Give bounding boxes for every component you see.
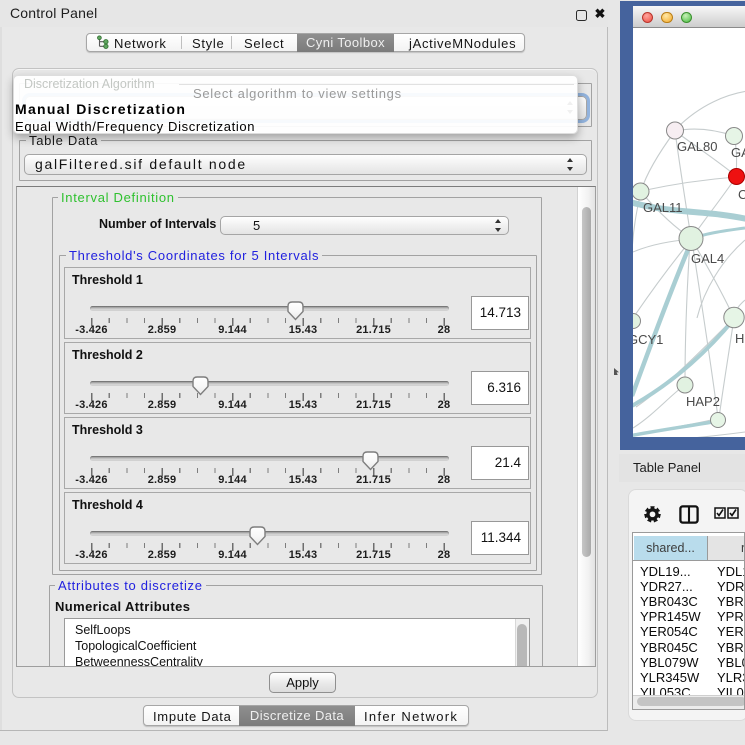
svg-text:GAL80: GAL80 xyxy=(677,139,717,154)
svg-text:GA: GA xyxy=(731,145,745,160)
svg-text:GAL11: GAL11 xyxy=(643,200,683,215)
svg-text:GAL4: GAL4 xyxy=(691,251,724,266)
svg-text:H: H xyxy=(735,331,744,346)
svg-text:HAP2: HAP2 xyxy=(686,394,720,409)
svg-text:GCY1: GCY1 xyxy=(633,332,663,347)
svg-text:C: C xyxy=(738,187,745,202)
